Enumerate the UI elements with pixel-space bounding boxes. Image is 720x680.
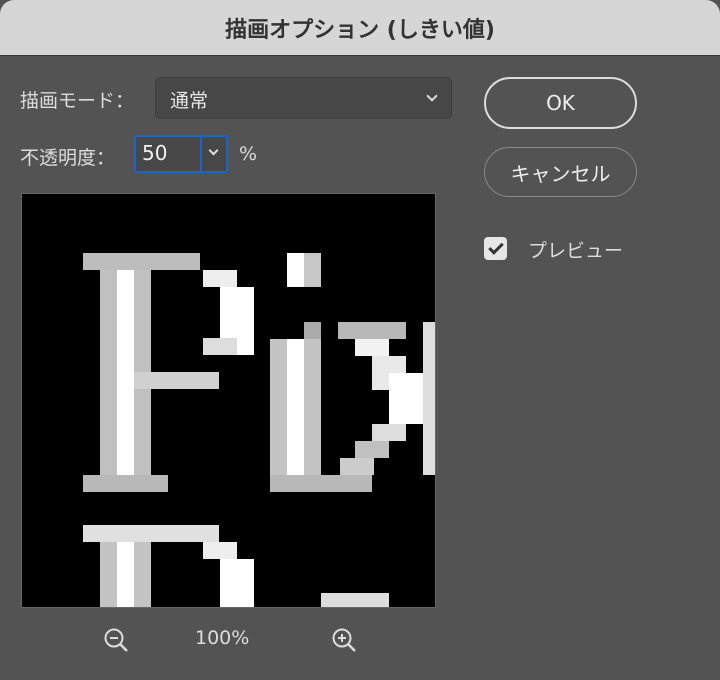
ok-button[interactable]: OK bbox=[484, 77, 637, 129]
preview-image[interactable] bbox=[21, 193, 436, 608]
zoom-level: 100% bbox=[195, 627, 250, 649]
opacity-unit: % bbox=[239, 143, 258, 165]
chevron-down-icon[interactable] bbox=[208, 145, 219, 156]
mode-value: 通常 bbox=[170, 90, 209, 112]
zoom-in-icon[interactable] bbox=[330, 626, 358, 654]
opacity-label: 不透明度： bbox=[20, 147, 116, 169]
mode-label: 描画モード： bbox=[20, 90, 135, 112]
preview-checkbox[interactable] bbox=[484, 237, 507, 260]
cancel-button[interactable]: キャンセル bbox=[484, 147, 637, 197]
combo-divider bbox=[200, 137, 202, 171]
preview-label[interactable]: プレビュー bbox=[528, 236, 623, 263]
fill-options-dialog: 描画オプション (しきい値) 描画モード： 通常 不透明度： 50 % OK キ… bbox=[0, 0, 720, 680]
zoom-out-icon[interactable] bbox=[102, 626, 130, 654]
preview-pixels bbox=[83, 253, 435, 607]
dialog-title: 描画オプション (しきい値) bbox=[0, 0, 720, 56]
mode-select[interactable]: 通常 bbox=[155, 77, 452, 119]
opacity-input[interactable]: 50 bbox=[142, 141, 167, 165]
opacity-combo[interactable]: 50 bbox=[134, 135, 228, 173]
chevron-down-icon bbox=[426, 90, 438, 102]
